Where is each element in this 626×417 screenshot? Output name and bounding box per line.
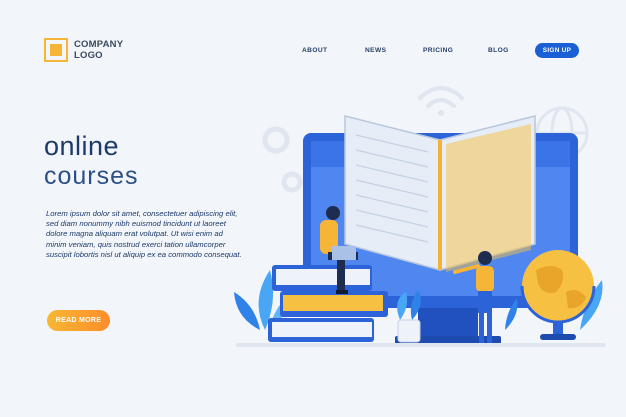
open-book-icon: [344, 115, 536, 272]
gear-icon: [262, 126, 303, 193]
floor-line: [236, 343, 606, 347]
wifi-icon: [418, 86, 464, 116]
online-learning-illustration: [234, 86, 606, 347]
book-stack-icon: [268, 265, 388, 342]
